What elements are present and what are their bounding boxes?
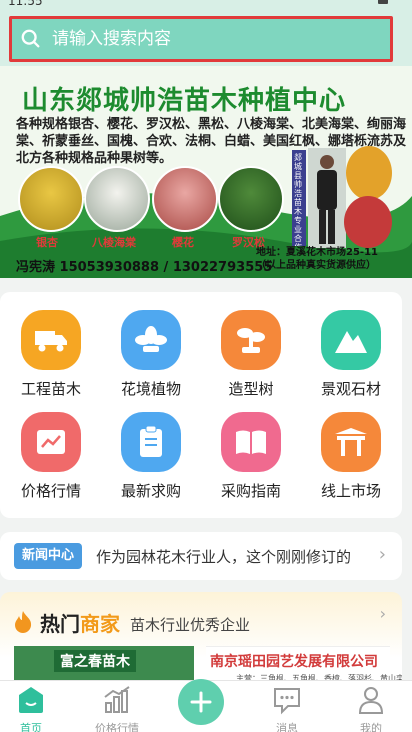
tree-image-red: [344, 196, 392, 248]
vertical-signboard: 郯城县帅浩苗木专业合作社: [292, 150, 306, 246]
merchant-ad-1-title: 富之春苗木: [54, 650, 136, 672]
category-latest-purchase[interactable]: 最新求购: [101, 412, 201, 501]
address-note: （以上品种真实货源供应）: [256, 260, 376, 271]
search-bar[interactable]: [9, 16, 393, 62]
chevron-right-icon: ›: [378, 544, 386, 565]
category-label: 造型树: [228, 380, 274, 398]
status-bar: 11:55: [0, 0, 412, 10]
tab-price[interactable]: 价格行情: [76, 685, 158, 732]
truck-icon: [21, 310, 81, 370]
chevron-right-icon[interactable]: ›: [380, 604, 386, 623]
category-label: 价格行情: [20, 482, 81, 500]
flower-icon: [121, 310, 181, 370]
promo-banner[interactable]: 山东郯城帅浩苗木种植中心 各种规格银杏、樱花、罗汉松、黑松、八棱海棠、北美海棠、…: [0, 66, 412, 278]
tab-label: 首页: [20, 722, 42, 732]
add-button[interactable]: [178, 679, 224, 725]
category-purchase-guide[interactable]: 采购指南: [201, 412, 301, 501]
tab-home[interactable]: 首页: [0, 685, 72, 732]
banner-phone: 冯宪涛 15053930888 / 13022793555: [16, 260, 273, 275]
banner-address: 地址：夏溪花木市场25-11 （以上品种真实货源供应）: [256, 246, 378, 272]
category-engineering-seedlings[interactable]: 工程苗木: [1, 310, 101, 399]
hot-title-accent: 商家: [80, 612, 120, 636]
owner-photo: [308, 148, 346, 248]
category-label: 花境植物: [120, 380, 181, 398]
book-icon: [221, 412, 281, 472]
tab-mine[interactable]: 我的: [330, 685, 412, 732]
home-icon: [19, 687, 43, 713]
tree-image-cherry: [152, 166, 218, 232]
hot-title: 热门商家: [40, 608, 120, 637]
mountain-icon: [321, 310, 381, 370]
battery-icon: [378, 0, 388, 4]
status-time: 11:55: [8, 0, 43, 8]
category-label: 线上市场: [320, 482, 381, 500]
clipboard-icon: [121, 412, 181, 472]
search-header: [0, 10, 412, 66]
bonsai-icon: [221, 310, 281, 370]
search-input[interactable]: [52, 29, 372, 49]
bar-chart-icon: [104, 686, 130, 713]
user-icon: [358, 687, 384, 714]
category-price-trends[interactable]: 价格行情: [1, 412, 101, 501]
category-online-market[interactable]: 线上市场: [301, 412, 401, 501]
news-bar[interactable]: 新闻中心 作为园林花木行业人，这个刚刚修订的 ›: [0, 532, 402, 580]
news-headline[interactable]: 作为园林花木行业人，这个刚刚修订的: [96, 546, 358, 567]
gate-icon: [321, 412, 381, 472]
tree-image-crabapple: [84, 166, 150, 232]
hot-title-prefix: 热门: [40, 612, 80, 636]
category-shaped-trees[interactable]: 造型树: [201, 310, 301, 399]
category-label: 景观石材: [320, 380, 381, 398]
tree-image-pine: [218, 166, 284, 232]
category-label: 采购指南: [220, 482, 281, 500]
bottom-tab-bar: 首页 价格行情 消息 我的: [0, 679, 412, 732]
flame-icon: [15, 611, 32, 633]
banner-title: 山东郯城帅浩苗木种植中心: [22, 86, 347, 116]
category-landscape-stones[interactable]: 景观石材: [301, 310, 401, 399]
tab-label: 消息: [276, 722, 298, 732]
category-label: 最新求购: [120, 482, 181, 500]
search-icon: [21, 29, 40, 48]
tab-label: 我的: [360, 722, 382, 732]
tree-label: 银杏: [36, 236, 58, 249]
news-badge: 新闻中心: [14, 543, 83, 569]
tree-image-ginkgo: [18, 166, 84, 232]
address-line: 地址：夏溪花木市场25-11: [256, 247, 378, 258]
category-border-plants[interactable]: 花境植物: [101, 310, 201, 399]
tree-label: 樱花: [172, 236, 194, 249]
hot-subtitle: 苗木行业优秀企业: [130, 616, 251, 634]
chart-icon: [21, 412, 81, 472]
plus-icon: [190, 691, 212, 713]
banner-description: 各种规格银杏、樱花、罗汉松、黑松、八棱海棠、北美海棠、绚丽海棠、祈蒙垂丝、国槐、…: [16, 117, 407, 166]
merchant-ad-2-title: 南京瑶田园艺发展有限公司: [210, 654, 378, 670]
tab-label: 价格行情: [95, 722, 139, 732]
category-grid: 工程苗木 花境植物 造型树 景观石材 价格行情 最新求购 采购指南 线上市场: [0, 292, 402, 518]
tab-message[interactable]: 消息: [246, 685, 328, 732]
tree-image-yellow: [346, 146, 392, 200]
tree-label: 八棱海棠: [92, 236, 136, 249]
message-icon: [274, 688, 300, 715]
category-label: 工程苗木: [20, 380, 81, 398]
